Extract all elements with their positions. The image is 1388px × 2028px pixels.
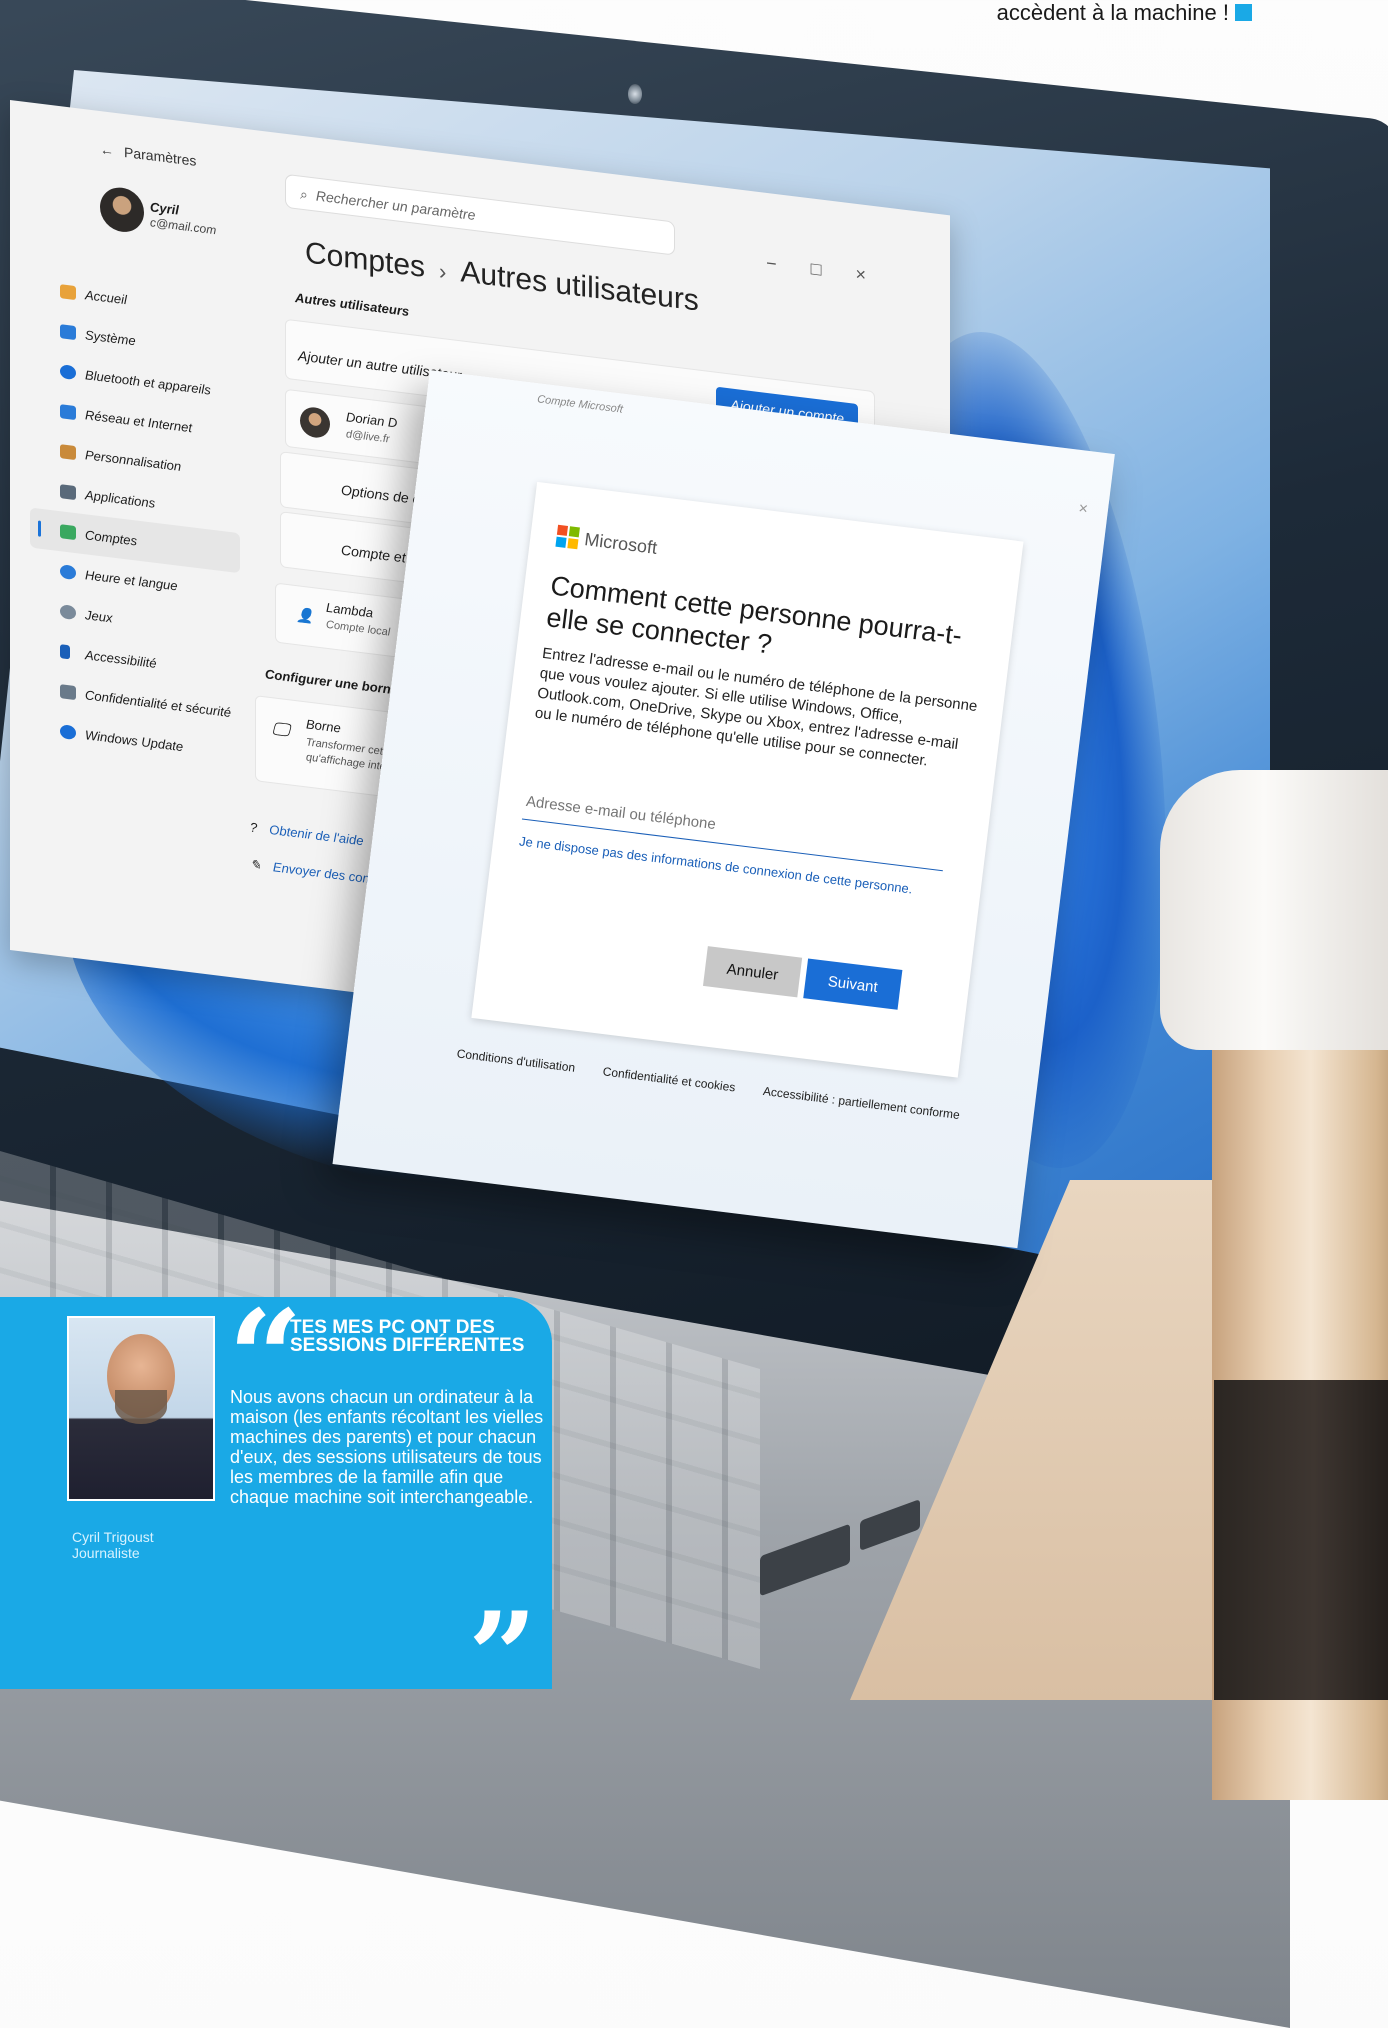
microsoft-grid-icon: [555, 524, 580, 550]
dialog-window-title: Compte Microsoft: [536, 393, 624, 416]
sidebar-item-label: Accessibilité: [85, 646, 157, 671]
monitor-icon: [60, 324, 76, 341]
window-controls: −□×: [766, 253, 900, 290]
arrow-left-icon: ←: [100, 141, 114, 159]
breadcrumb-parent[interactable]: Comptes: [305, 236, 425, 284]
chevron-right-icon: ›: [439, 258, 447, 285]
sidebar-item-label: Réseau et Internet: [85, 406, 192, 435]
shield-icon: [60, 684, 76, 701]
microsoft-account-dialog: Compte Microsoft × Microsoft Comment cet…: [332, 370, 1115, 1249]
wifi-icon: [60, 404, 76, 421]
microsoft-logo: Microsoft: [555, 524, 659, 559]
back-label: Paramètres: [124, 143, 197, 169]
close-quote-icon: ”: [468, 1586, 538, 1727]
author-name: Cyril Trigoust: [72, 1529, 154, 1545]
sidebar-item-label: Système: [85, 326, 136, 348]
globe-icon: [60, 564, 76, 581]
help-icon: ?: [250, 819, 258, 836]
kiosk-icon: 🖵: [272, 718, 290, 741]
brush-icon: [60, 444, 76, 461]
author-role: Journaliste: [72, 1545, 140, 1561]
feedback-icon: ✎: [250, 856, 261, 873]
privacy-link[interactable]: Confidentialité et cookies: [602, 1064, 736, 1094]
quote-title: TES MES PC ONT DES SESSIONS DIFFÉRENTES: [290, 1317, 525, 1356]
user-profile[interactable]: Cyril c@mail.com: [100, 185, 216, 237]
coffee-cup-lid: [1160, 770, 1388, 1050]
bluetooth-icon: [60, 364, 76, 381]
terms-link[interactable]: Conditions d'utilisation: [456, 1046, 576, 1074]
sidebar-item-label: Applications: [85, 486, 156, 511]
author-beard: [115, 1390, 167, 1424]
sidebar-item-label: Confidentialité et sécurité: [85, 686, 231, 720]
kiosk-section-title: Configurer une borne: [265, 666, 398, 698]
sidebar-item-label: Personnalisation: [85, 446, 182, 474]
update-icon: [60, 724, 76, 741]
sidebar-nav: Accueil Système Bluetooth et appareils R…: [30, 267, 240, 773]
accessibility-icon: [60, 644, 70, 660]
quote-body: Nous avons chacun un ordinateur à la mai…: [230, 1387, 544, 1507]
author-photo: [67, 1316, 215, 1501]
close-button[interactable]: ×: [855, 264, 900, 289]
section-title: Autres utilisateurs: [295, 289, 410, 320]
avatar: [300, 405, 330, 440]
cancel-button[interactable]: Annuler: [702, 946, 803, 998]
help-label: Obtenir de l'aide: [269, 821, 364, 849]
sidebar-item-label: Heure et langue: [85, 566, 178, 594]
sidebar-item-label: Bluetooth et appareils: [85, 366, 211, 398]
minimize-button[interactable]: −: [766, 253, 811, 278]
person-icon: [60, 524, 76, 541]
person-icon: 👤: [296, 606, 314, 625]
sidebar-item-label: Windows Update: [85, 726, 184, 754]
page-title: Autres utilisateurs: [460, 255, 699, 318]
apps-icon: [60, 484, 76, 501]
close-icon[interactable]: ×: [1077, 500, 1089, 519]
maximize-button[interactable]: □: [811, 258, 856, 284]
quote-box: Cyril Trigoust Journaliste “ TES MES PC …: [0, 1293, 552, 1717]
sign-in-card: Microsoft Comment cette personne pourra-…: [471, 481, 1024, 1078]
profile-email: c@mail.com: [150, 215, 217, 238]
sidebar-item-label: Jeux: [85, 606, 113, 626]
sidebar-item-label: Accueil: [85, 286, 127, 307]
author-caption: Cyril Trigoust Journaliste: [72, 1529, 154, 1561]
next-button[interactable]: Suivant: [803, 958, 903, 1010]
brand-name: Microsoft: [583, 528, 659, 558]
webcam-icon: [628, 84, 642, 104]
gamepad-icon: [60, 604, 76, 621]
sidebar-item-label: Comptes: [85, 526, 138, 549]
search-placeholder: Rechercher un paramètre: [315, 187, 476, 224]
search-icon: ⌕: [300, 185, 308, 203]
coffee-cup-sleeve: [1214, 1380, 1388, 1700]
accessibility-link[interactable]: Accessibilité : partiellement conforme: [762, 1084, 960, 1122]
home-icon: [60, 284, 76, 301]
back-button[interactable]: ← Paramètres: [100, 141, 206, 170]
avatar: [100, 185, 144, 235]
